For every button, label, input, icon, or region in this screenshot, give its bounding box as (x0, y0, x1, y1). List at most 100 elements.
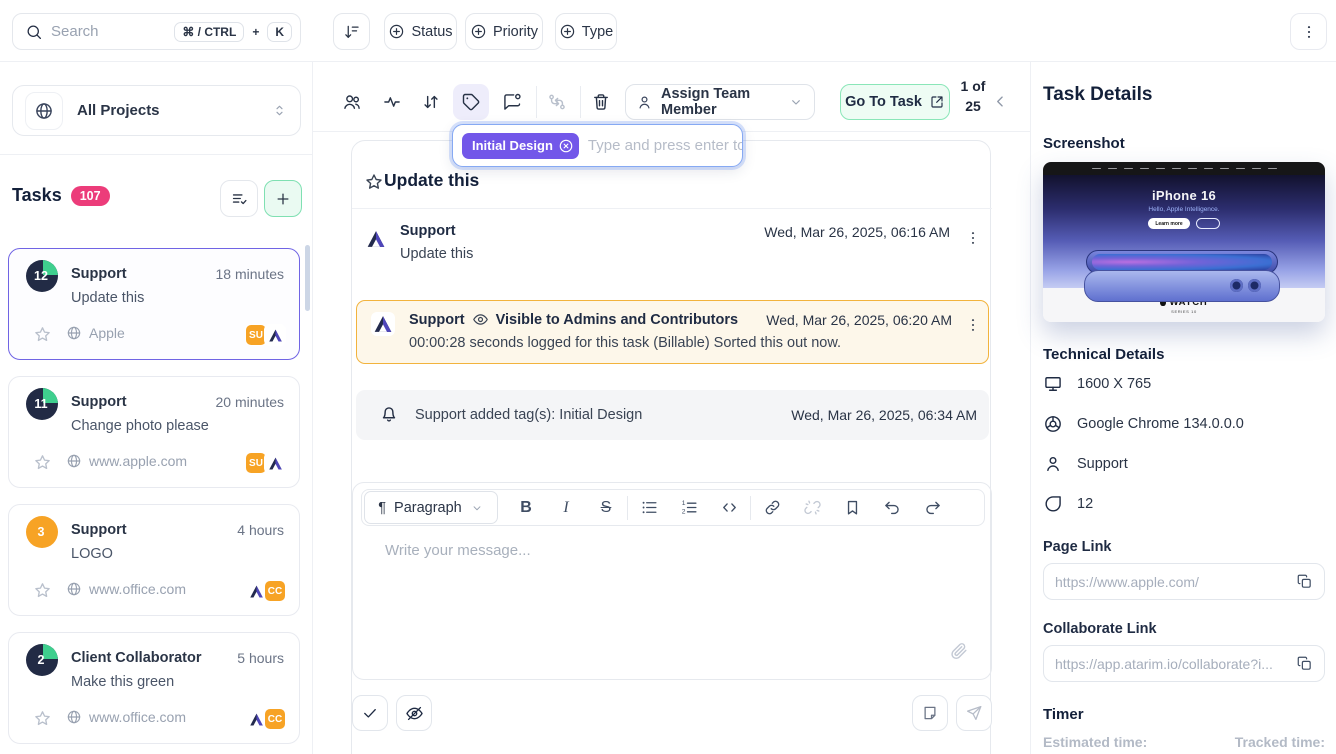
reassign-branch-icon[interactable] (539, 84, 575, 120)
more-options-button[interactable] (1290, 13, 1327, 50)
pagination-label: 1 of 25 (960, 78, 986, 115)
star-icon[interactable] (33, 453, 52, 472)
eye-off-icon (405, 704, 424, 723)
estimated-time-label: Estimated time: (1043, 734, 1148, 750)
resolve-check-button[interactable] (352, 695, 388, 731)
task-time: 5 hours (237, 650, 284, 666)
filter-priority-button[interactable]: Priority (465, 13, 543, 50)
task-list: 12 Support 18 minutes Update this Apple … (8, 248, 300, 754)
avatar-cc: CC (264, 708, 286, 730)
remove-tag-icon[interactable] (558, 138, 574, 154)
internal-note-eye-off-button[interactable] (396, 695, 432, 731)
collaborate-link-field[interactable]: https://app.atarim.io/collaborate?i... (1043, 645, 1325, 682)
task-number-value: 12 (1077, 496, 1094, 512)
sort-order-icon[interactable] (413, 84, 449, 120)
link-button[interactable] (752, 491, 792, 524)
filter-type-button[interactable]: Type (555, 13, 617, 50)
comment-body: 00:00:28 seconds logged for this task (B… (409, 335, 842, 351)
task-card-2[interactable]: 2 Client Collaborator 5 hours Make this … (8, 632, 300, 744)
page-link-value: https://www.apple.com/ (1055, 573, 1199, 590)
send-button[interactable] (956, 695, 992, 731)
redo-button[interactable] (912, 491, 952, 524)
task-avatars: SU (245, 324, 286, 346)
iphone-image (1084, 250, 1284, 302)
monitor-icon (1043, 374, 1063, 394)
task-avatars: CC (245, 708, 286, 730)
task-site: www.office.com (89, 709, 186, 725)
task-avatars: SU (245, 452, 286, 474)
task-card-3[interactable]: 3 Support 4 hours LOGO www.office.com CC (8, 504, 300, 616)
editor-divider (627, 495, 628, 520)
kebab-icon (1300, 23, 1318, 41)
screenshot-heading: Screenshot (1043, 135, 1125, 152)
paragraph-style-select[interactable]: ¶ Paragraph (364, 491, 498, 524)
task-details-panel: Task Details Screenshot iPhone 16 Hello,… (1030, 62, 1336, 754)
bold-button[interactable]: B (506, 491, 546, 524)
search-input[interactable]: Search ⌘ / CTRL + K (12, 13, 301, 50)
task-card-12[interactable]: 12 Support 18 minutes Update this Apple … (8, 248, 300, 360)
task-screenshot-preview[interactable]: iPhone 16 Hello, Apple Intelligence. Lea… (1043, 162, 1325, 322)
chevron-updown-icon (271, 102, 288, 119)
undo-button[interactable] (872, 491, 912, 524)
filter-status-button[interactable]: Status (384, 13, 457, 50)
note-button[interactable] (912, 695, 948, 731)
comment-menu-icon[interactable] (964, 229, 982, 247)
comment-body: Update this (400, 246, 474, 262)
watch-series: SERIES 10 (1171, 308, 1197, 314)
atarim-logo-avatar (371, 312, 395, 336)
favorite-star-icon[interactable] (364, 172, 384, 192)
delete-task-icon[interactable] (583, 84, 619, 120)
task-timer-badge: 12 (26, 260, 58, 292)
page-link-field[interactable]: https://www.apple.com/ (1043, 563, 1325, 600)
screenshot-product-subtitle: Hello, Apple Intelligence. (1148, 206, 1220, 213)
star-icon[interactable] (33, 709, 52, 728)
project-selector[interactable]: All Projects (12, 85, 301, 136)
task-action-toolbar: Assign Team Member Go To Task 1 of 25 (313, 62, 1030, 132)
code-button[interactable] (709, 491, 749, 524)
task-site: www.office.com (89, 581, 186, 597)
italic-button[interactable]: I (546, 491, 586, 524)
assign-team-member-select[interactable]: Assign Team Member (625, 84, 815, 120)
tag-chip-initial-design[interactable]: Initial Design (462, 132, 579, 159)
previous-task-chevron[interactable] (991, 92, 1010, 111)
sort-tasks-button[interactable] (333, 13, 370, 50)
comment-menu-icon[interactable] (964, 316, 982, 334)
task-timer-badge: 11 (26, 388, 58, 420)
activity-log-row: Support added tag(s): Initial Design Wed… (356, 390, 989, 440)
task-detail-title: Update this (384, 170, 480, 190)
ordered-list-button[interactable] (669, 491, 709, 524)
unlink-button[interactable] (792, 491, 832, 524)
timer-row: Estimated time: Tracked time: (1043, 734, 1325, 750)
copy-icon[interactable] (1296, 655, 1313, 672)
sort-list-button[interactable] (220, 180, 258, 217)
editor-divider (750, 495, 751, 520)
task-list-scrollbar[interactable] (305, 245, 310, 311)
visibility-eye-icon (472, 311, 489, 328)
bookmark-button[interactable] (832, 491, 872, 524)
add-task-button[interactable] (264, 180, 302, 217)
task-title: Change photo please (71, 418, 209, 434)
resolution-value: 1600 X 765 (1077, 376, 1152, 392)
task-card-11[interactable]: 11 Support 20 minutes Change photo pleas… (8, 376, 300, 488)
go-to-task-button[interactable]: Go To Task (840, 84, 950, 120)
star-icon[interactable] (33, 325, 52, 344)
attachment-paperclip-icon[interactable] (949, 641, 969, 661)
globe-icon (66, 453, 82, 469)
tag-icon[interactable] (453, 84, 489, 120)
plus-circle-icon (388, 23, 405, 40)
task-timer-badge: 2 (26, 644, 58, 676)
comment-visibility: Visible to Admins and Contributors (495, 311, 739, 328)
comment-status-icon[interactable] (494, 84, 530, 120)
task-number-row: 12 (1043, 494, 1093, 514)
panel-title: Task Details (1043, 84, 1153, 105)
activity-icon[interactable] (374, 84, 410, 120)
message-input[interactable]: Write your message... (385, 542, 531, 559)
comment-date: Wed, Mar 26, 2025, 06:20 AM (766, 312, 952, 328)
tag-input-popup[interactable]: Initial Design Type and press enter to c… (452, 124, 743, 167)
bullet-list-button[interactable] (629, 491, 669, 524)
collaborate-link-label: Collaborate Link (1043, 621, 1157, 637)
strikethrough-button[interactable]: S (586, 491, 626, 524)
copy-icon[interactable] (1296, 573, 1313, 590)
star-icon[interactable] (33, 581, 52, 600)
assign-users-icon[interactable] (334, 84, 370, 120)
